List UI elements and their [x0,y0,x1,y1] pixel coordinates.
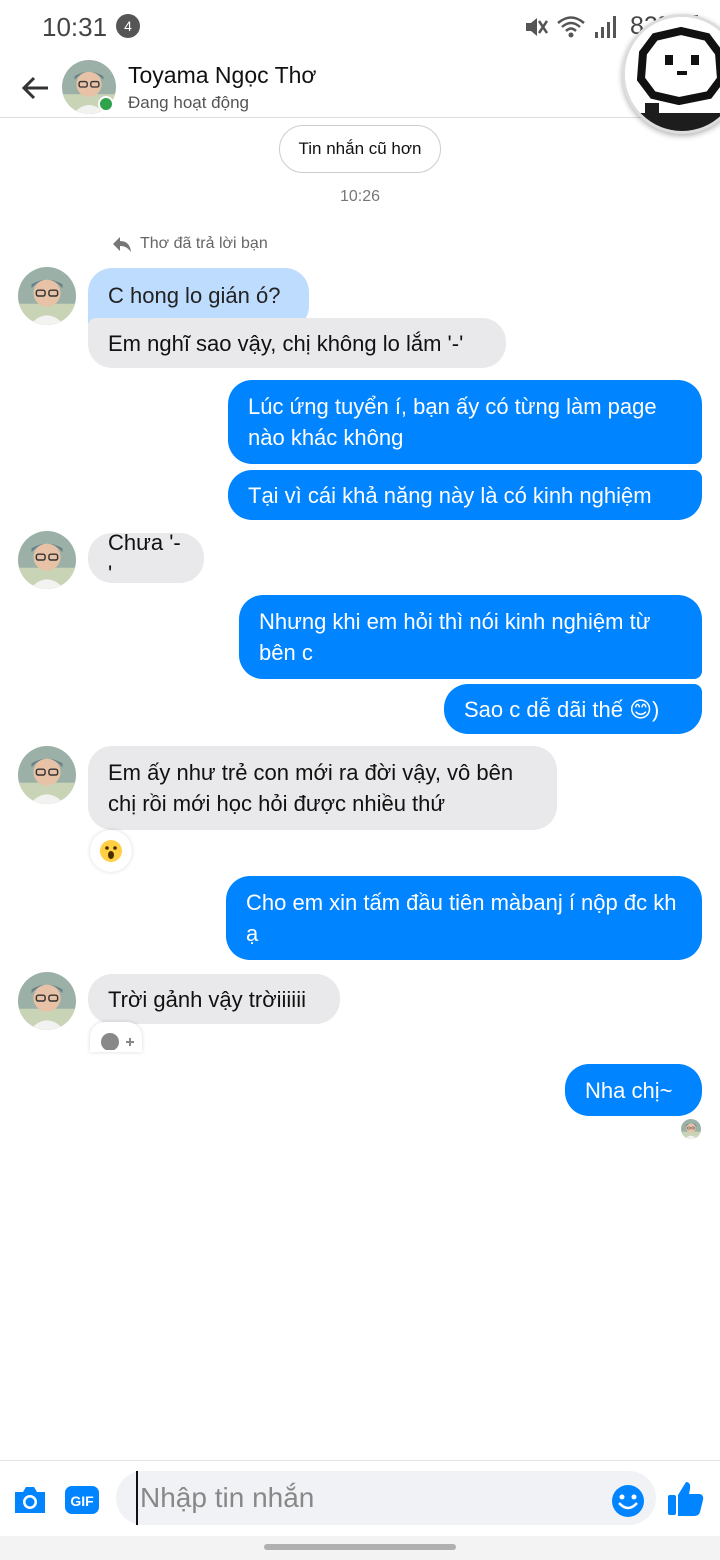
message-text: Sao c dễ dãi thế 😊) [464,696,660,722]
outgoing-message-bubble[interactable]: Tại vì cái khả năng này là có kinh nghiệ… [228,470,702,520]
outgoing-message-bubble[interactable]: Cho em xin tấm đầu tiên màbanj í nộp đc … [226,876,702,960]
notification-badge: 4 [116,14,140,38]
outgoing-message-bubble[interactable]: Nha chị~ [565,1064,702,1116]
reply-note: Thơ đã trả lời bạn [112,235,268,253]
message-text: Nhưng khi em hỏi thì nói kinh nghiệm từ … [259,609,651,665]
incoming-message-bubble[interactable]: Em nghĩ sao vậy, chị không lo lắm '-' [88,318,506,368]
message-text: Trời gảnh vậy trờiiiiii [108,986,306,1012]
signal-icon [594,15,616,38]
wifi-icon [557,15,585,37]
message-text: Em ấy như trẻ con mới ra đời vậy, vô bên… [108,760,514,816]
message-composer: GIF [0,1460,720,1536]
gif-icon[interactable]: GIF [64,1483,100,1517]
outgoing-message-bubble[interactable]: Lúc ứng tuyển í, bạn ấy có từng làm page… [228,380,702,464]
mute-icon [525,17,548,36]
message-text: Em nghĩ sao vậy, chị không lo lắm '-' [108,330,464,356]
older-messages-button[interactable]: Tin nhắn cũ hơn [279,125,441,173]
message-text: Lúc ứng tuyển í, bạn ấy có từng làm page… [248,394,657,450]
gif-label: GIF [70,1493,94,1509]
wow-emoji-icon [100,840,122,862]
sender-avatar[interactable] [18,267,76,325]
emoji-icon[interactable] [610,1483,646,1519]
reply-icon [113,237,131,252]
message-input-container[interactable] [116,1471,656,1525]
message-input[interactable] [136,1471,606,1525]
seen-indicator-avatar [681,1119,701,1139]
add-reaction-icon [101,1033,134,1050]
camera-icon[interactable] [12,1483,48,1517]
sender-avatar[interactable] [18,972,76,1030]
message-text: Chưa '-' [108,530,181,586]
sender-avatar[interactable] [18,746,76,804]
reaction-badge[interactable] [90,830,132,872]
conversation-header: Toyama Ngọc Thơ Đang hoạt động [0,54,720,118]
status-time: 10:31 [42,12,108,42]
add-reaction-button[interactable] [90,1022,142,1052]
online-indicator [98,96,114,112]
thumbs-up-icon[interactable] [666,1479,706,1519]
sender-avatar[interactable] [18,531,76,589]
outgoing-message-bubble[interactable]: Nhưng khi em hỏi thì nói kinh nghiệm từ … [239,595,702,679]
contact-name[interactable]: Toyama Ngọc Thơ [128,62,317,89]
message-text: C hong lo gián ó? [108,283,281,308]
status-bar: 10:31 4 82% [0,0,720,54]
message-timestamp: 10:26 [339,188,381,205]
incoming-message-bubble[interactable]: Em ấy như trẻ con mới ra đời vậy, vô bên… [88,746,557,830]
incoming-message-bubble[interactable]: Trời gảnh vậy trờiiiiii [88,974,340,1024]
incoming-message-bubble[interactable]: Chưa '-' [88,530,204,586]
back-arrow-icon[interactable] [18,70,54,106]
outgoing-message-bubble[interactable]: Sao c dễ dãi thế 😊) [444,684,702,734]
message-text: Nha chị~ [585,1077,673,1103]
message-text: Tại vì cái khả năng này là có kinh nghiệ… [248,482,652,508]
reply-note-text: Thơ đã trả lời bạn [140,235,268,252]
contact-status: Đang hoạt động [128,93,249,112]
message-text: Cho em xin tấm đầu tiên màbanj í nộp đc … [246,890,677,946]
home-gesture-handle[interactable] [264,1544,456,1550]
navigation-bar [0,1536,720,1560]
